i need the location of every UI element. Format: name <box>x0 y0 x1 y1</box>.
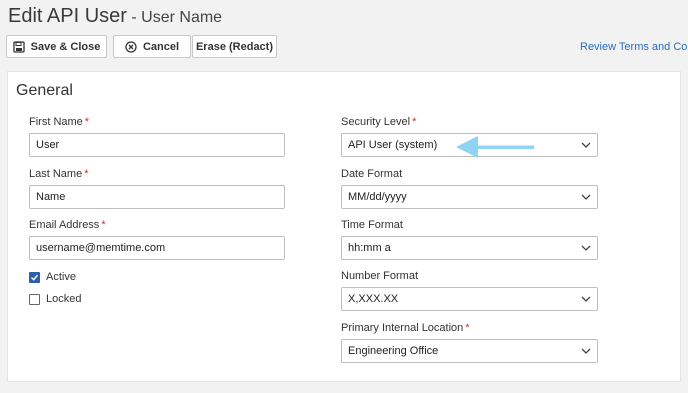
chevron-down-icon <box>581 296 591 302</box>
required-marker: * <box>101 219 106 231</box>
cancel-label: Cancel <box>142 40 180 53</box>
erase-redact-button[interactable]: Erase (Redact) <box>192 35 277 58</box>
required-marker: * <box>84 168 89 180</box>
page-title: Edit API User - User Name <box>8 5 222 28</box>
email-label: Email Address * <box>29 219 106 231</box>
email-input[interactable]: username@memtime.com <box>29 236 285 260</box>
number-format-label: Number Format <box>341 270 419 282</box>
locked-label: Locked <box>46 293 82 305</box>
erase-redact-label: Erase (Redact) <box>195 40 274 53</box>
cancel-button[interactable]: Cancel <box>113 35 191 58</box>
floppy-disk-icon <box>12 40 25 53</box>
chevron-down-icon <box>581 142 591 148</box>
page-title-main: Edit API User <box>8 5 127 27</box>
required-marker: * <box>465 322 470 334</box>
primary-location-select[interactable]: Engineering Office <box>341 339 598 363</box>
chevron-down-icon <box>581 245 591 251</box>
page-title-subtitle: - User Name <box>131 9 223 26</box>
date-format-select[interactable]: MM/dd/yyyy <box>341 185 598 209</box>
active-label: Active <box>46 271 76 283</box>
save-close-button[interactable]: Save & Close <box>6 35 107 58</box>
last-name-label: Last Name * <box>29 168 89 180</box>
checkmark-icon <box>30 274 39 281</box>
locked-checkbox[interactable] <box>29 294 40 305</box>
number-format-select[interactable]: X,XXX.XX <box>341 287 598 311</box>
annotation-arrow-icon <box>456 136 534 158</box>
security-level-label: Security Level * <box>341 116 417 128</box>
save-close-label: Save & Close <box>30 40 101 53</box>
chevron-down-icon <box>581 348 591 354</box>
active-checkbox[interactable] <box>29 272 40 283</box>
date-format-label: Date Format <box>341 168 403 180</box>
section-title-general: General <box>16 82 73 99</box>
first-name-label: First Name * <box>29 116 90 128</box>
required-marker: * <box>84 116 90 128</box>
time-format-label: Time Format <box>341 219 403 231</box>
last-name-input[interactable]: Name <box>29 185 285 209</box>
primary-location-label: Primary Internal Location * <box>341 322 470 334</box>
time-format-select[interactable]: hh:mm a <box>341 236 598 260</box>
chevron-down-icon <box>581 194 591 200</box>
required-marker: * <box>412 116 417 128</box>
review-terms-link[interactable]: Review Terms and Condit <box>580 41 688 53</box>
first-name-input[interactable]: User <box>29 133 285 157</box>
cancel-circle-icon <box>125 40 137 53</box>
